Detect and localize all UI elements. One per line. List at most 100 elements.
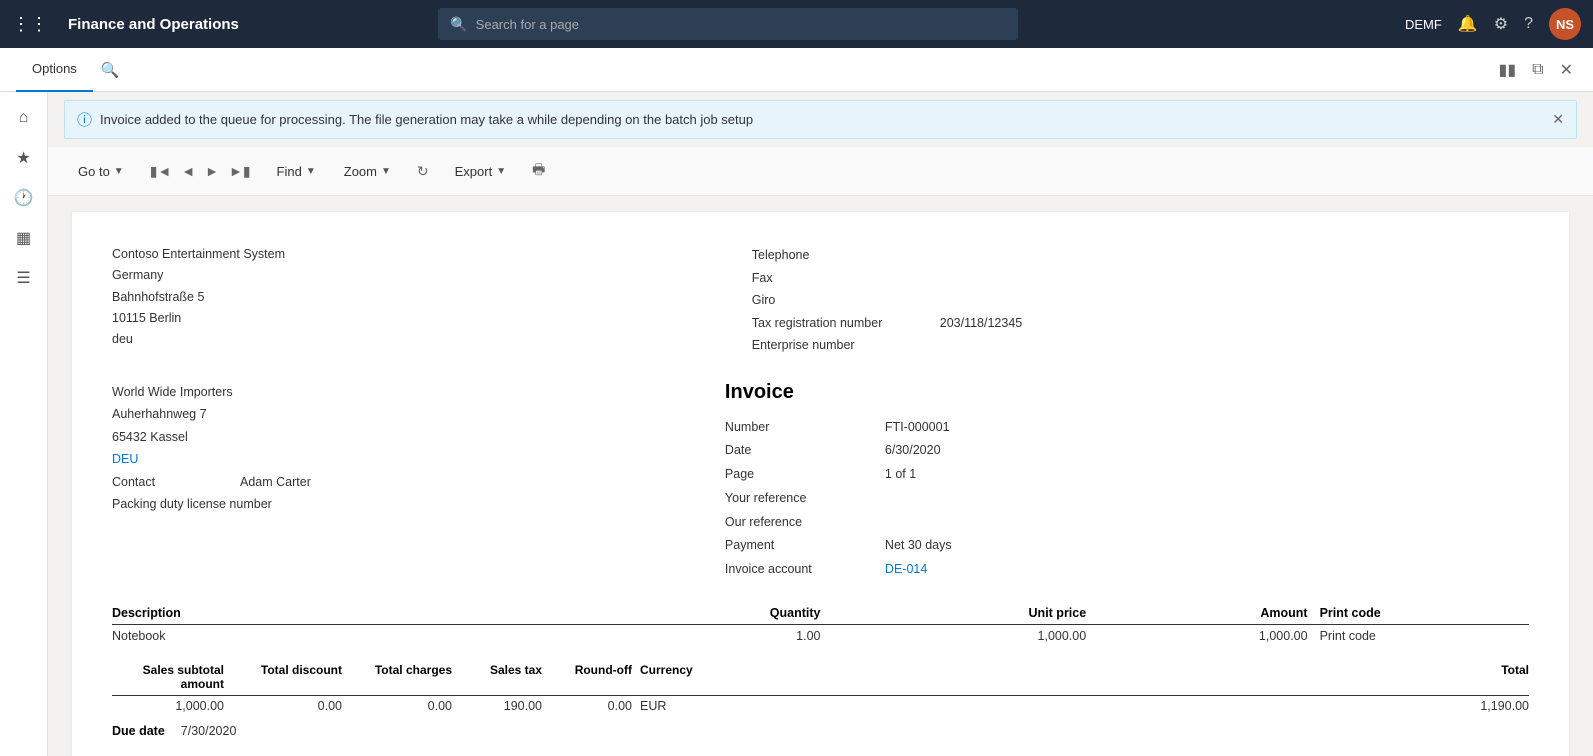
pin-icon[interactable]: ▮▮: [1495, 56, 1521, 84]
global-search[interactable]: 🔍: [438, 8, 1018, 40]
table-row: Notebook 1.00 1,000.00 1,000.00 Print co…: [112, 624, 1529, 647]
zoom-button[interactable]: Zoom ▼: [338, 160, 397, 183]
invoice-title: Invoice: [725, 381, 1075, 404]
customer-name: World Wide Importers: [112, 381, 311, 404]
due-date-row: Due date 7/30/2020: [112, 724, 1529, 738]
search-icon: 🔍: [450, 16, 467, 33]
export-button[interactable]: Export ▼: [449, 160, 512, 183]
sidebar-item-recent[interactable]: 🕐: [6, 180, 42, 216]
date-row: Date 6/30/2020: [725, 439, 1075, 463]
tax-reg-value: 203/118/12345: [940, 312, 1023, 335]
next-page-icon[interactable]: ►: [201, 159, 223, 183]
sidebar-item-modules[interactable]: ☰: [6, 260, 42, 296]
row-description: Notebook: [112, 624, 599, 647]
enterprise-label: Enterprise number: [752, 334, 932, 357]
row-amount: 1,000.00: [1086, 624, 1307, 647]
info-icon: ⓘ: [77, 109, 92, 130]
col-print-code-header: Print code: [1308, 606, 1529, 625]
sidebar-item-home[interactable]: ⌂: [6, 100, 42, 136]
sidebar: ⌂ ★ 🕐 ▦ ☰: [0, 92, 48, 756]
document-view: ⓘ Invoice added to the queue for process…: [48, 92, 1593, 756]
sales-subtotal-header: Sales subtotal amount: [112, 663, 232, 691]
contact-value: Adam Carter: [240, 471, 311, 494]
help-icon[interactable]: ?: [1524, 15, 1533, 33]
invoice-document: Contoso Entertainment System Germany Bah…: [72, 212, 1569, 756]
col-quantity-header: Quantity: [599, 606, 820, 625]
last-page-icon[interactable]: ►▮: [225, 159, 255, 184]
banner-message: Invoice added to the queue for processin…: [100, 112, 1544, 127]
goto-label: Go to: [78, 164, 110, 179]
date-label: Date: [725, 439, 885, 463]
due-date-label: Due date: [112, 724, 165, 738]
sidebar-item-workspaces[interactable]: ▦: [6, 220, 42, 256]
totals-values-row: 1,000.00 0.00 0.00 190.00 0.00 EUR 1,190…: [112, 696, 1529, 716]
contact-row: Contact Adam Carter: [112, 471, 311, 494]
avatar[interactable]: NS: [1549, 8, 1581, 40]
row-print-code: Print code: [1308, 624, 1529, 647]
giro-row: Giro: [752, 289, 1023, 312]
tax-reg-label: Tax registration number: [752, 312, 932, 335]
goto-button[interactable]: Go to ▼: [72, 160, 130, 183]
from-contact-info: Telephone Fax Giro Tax registration numb…: [752, 244, 1023, 357]
find-label: Find: [277, 164, 302, 179]
sales-tax-header: Sales tax: [452, 663, 542, 691]
totals-section: Sales subtotal amount Total discount Tot…: [112, 663, 1529, 716]
find-button[interactable]: Find ▼: [271, 160, 322, 183]
print-icon[interactable]: 🖶: [528, 155, 549, 187]
currency-value: EUR: [632, 699, 712, 713]
col-unit-price-header: Unit price: [821, 606, 1087, 625]
first-page-icon[interactable]: ▮◄: [146, 159, 176, 184]
tax-reg-row: Tax registration number 203/118/12345: [752, 312, 1023, 335]
number-label: Number: [725, 416, 885, 440]
row-quantity: 1.00: [599, 624, 820, 647]
page-label: Page: [725, 463, 885, 487]
customer-country-link[interactable]: DEU: [112, 448, 311, 471]
enterprise-row: Enterprise number: [752, 334, 1023, 357]
prev-page-icon[interactable]: ◄: [177, 159, 199, 183]
date-value: 6/30/2020: [885, 439, 941, 463]
banner-close-icon[interactable]: ✕: [1552, 111, 1564, 128]
invoice-header: Contoso Entertainment System Germany Bah…: [112, 244, 1529, 357]
line-items-table: Description Quantity Unit price Amount P…: [112, 606, 1529, 647]
payment-label: Payment: [725, 534, 885, 558]
refresh-icon[interactable]: ↻: [413, 159, 433, 184]
grid-menu-icon[interactable]: ⋮⋮: [12, 14, 48, 35]
zoom-arrow-icon: ▼: [381, 166, 391, 177]
invoice-account-value[interactable]: DE-014: [885, 558, 927, 582]
settings-icon[interactable]: ⚙: [1494, 14, 1508, 34]
info-banner: ⓘ Invoice added to the queue for process…: [64, 100, 1577, 139]
customer-street: Auherhahnweg 7: [112, 403, 311, 426]
company-name: Contoso Entertainment System: [112, 244, 285, 265]
giro-label: Giro: [752, 289, 932, 312]
notification-icon[interactable]: 🔔: [1458, 14, 1478, 34]
nav-right-actions: DEMF 🔔 ⚙ ? NS: [1405, 8, 1581, 40]
page-row: Page 1 of 1: [725, 463, 1075, 487]
round-off-header: Round-off: [542, 663, 632, 691]
total-charges-value: 0.00: [342, 699, 452, 713]
popout-icon[interactable]: ⧉: [1528, 57, 1547, 83]
company-lang: deu: [112, 329, 285, 350]
total-discount-value: 0.00: [232, 699, 342, 713]
environment-label: DEMF: [1405, 17, 1442, 32]
close-toolbar-icon[interactable]: ✕: [1556, 56, 1577, 84]
your-ref-label: Your reference: [725, 487, 885, 511]
sales-tax-value: 190.00: [452, 699, 542, 713]
payment-row: Payment Net 30 days: [725, 534, 1075, 558]
invoice-account-label: Invoice account: [725, 558, 885, 582]
company-city: 10115 Berlin: [112, 308, 285, 329]
top-navigation: ⋮⋮ Finance and Operations 🔍 DEMF 🔔 ⚙ ? N…: [0, 0, 1593, 48]
toolbar-search-icon[interactable]: 🔍: [101, 61, 120, 79]
telephone-row: Telephone: [752, 244, 1023, 267]
fax-row: Fax: [752, 267, 1023, 290]
options-tab[interactable]: Options: [16, 48, 93, 92]
invoice-body: World Wide Importers Auherhahnweg 7 6543…: [112, 381, 1529, 582]
number-row: Number FTI-000001: [725, 416, 1075, 440]
total-charges-header: Total charges: [342, 663, 452, 691]
your-ref-row: Your reference: [725, 487, 1075, 511]
sidebar-item-favorites[interactable]: ★: [6, 140, 42, 176]
search-input[interactable]: [476, 17, 1007, 32]
document-toolbar: Go to ▼ ▮◄ ◄ ► ►▮ Find ▼ Zoom ▼ ↻ Export…: [48, 147, 1593, 196]
total-discount-header: Total discount: [232, 663, 342, 691]
packing-label: Packing duty license number: [112, 493, 311, 516]
zoom-label: Zoom: [344, 164, 377, 179]
